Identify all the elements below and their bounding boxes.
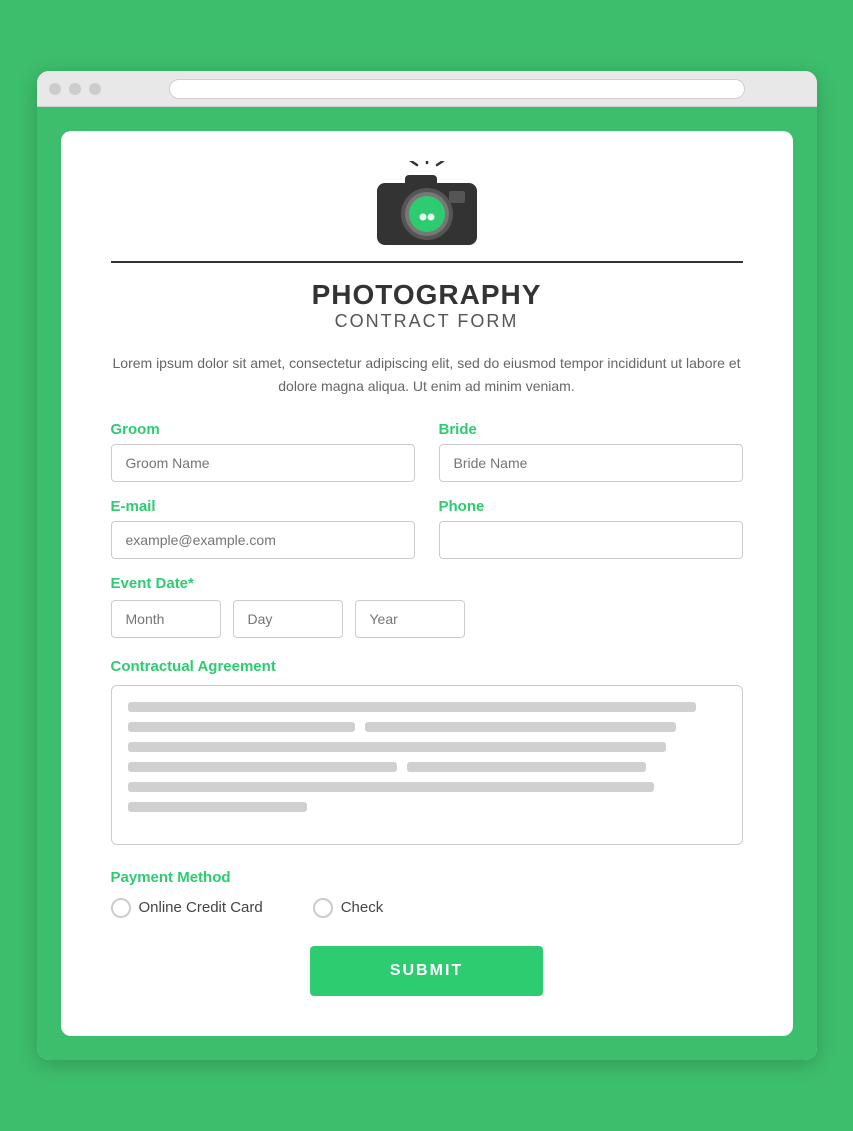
text-line-row-2 bbox=[128, 762, 726, 772]
event-date-label: Event Date* bbox=[111, 575, 743, 592]
groom-group: Groom bbox=[111, 421, 415, 482]
browser-titlebar bbox=[37, 71, 817, 107]
email-label: E-mail bbox=[111, 498, 415, 515]
phone-label: Phone bbox=[439, 498, 743, 515]
phone-input[interactable] bbox=[439, 521, 743, 559]
submit-row: SUBMIT bbox=[111, 946, 743, 996]
text-line-row-1 bbox=[128, 722, 726, 732]
email-group: E-mail bbox=[111, 498, 415, 559]
form-title: PHOTOGRAPHY CONTRACT FORM bbox=[111, 279, 743, 332]
text-line-6 bbox=[128, 802, 307, 812]
date-row bbox=[111, 600, 743, 638]
payment-option-check[interactable]: Check bbox=[313, 898, 384, 918]
text-lines bbox=[128, 702, 726, 812]
browser-window: PHOTOGRAPHY CONTRACT FORM Lorem ipsum do… bbox=[37, 71, 817, 1060]
camera-icon bbox=[111, 161, 743, 251]
email-input[interactable] bbox=[111, 521, 415, 559]
email-phone-row: E-mail Phone bbox=[111, 498, 743, 559]
check-label: Check bbox=[341, 899, 384, 916]
text-line-4b bbox=[407, 762, 646, 772]
bride-group: Bride bbox=[439, 421, 743, 482]
year-input[interactable] bbox=[355, 600, 465, 638]
day-input[interactable] bbox=[233, 600, 343, 638]
title-contract: CONTRACT FORM bbox=[111, 311, 743, 332]
payment-section: Payment Method Online Credit Card Check bbox=[111, 869, 743, 918]
payment-options: Online Credit Card Check bbox=[111, 898, 743, 918]
header-divider bbox=[111, 261, 743, 263]
phone-group: Phone bbox=[439, 498, 743, 559]
groom-input[interactable] bbox=[111, 444, 415, 482]
form-card: PHOTOGRAPHY CONTRACT FORM Lorem ipsum do… bbox=[61, 131, 793, 1036]
text-line-2b bbox=[365, 722, 676, 732]
text-line-4a bbox=[128, 762, 397, 772]
radio-credit-card[interactable] bbox=[111, 898, 131, 918]
submit-button[interactable]: SUBMIT bbox=[310, 946, 543, 996]
text-line-3 bbox=[128, 742, 666, 752]
text-line-1 bbox=[128, 702, 696, 712]
text-line-2a bbox=[128, 722, 355, 732]
groom-bride-row: Groom Bride bbox=[111, 421, 743, 482]
payment-label: Payment Method bbox=[111, 869, 743, 886]
browser-dot-1 bbox=[49, 83, 61, 95]
credit-card-label: Online Credit Card bbox=[139, 899, 263, 916]
contractual-section: Contractual Agreement bbox=[111, 658, 743, 845]
form-description: Lorem ipsum dolor sit amet, consectetur … bbox=[111, 352, 743, 397]
event-date-section: Event Date* bbox=[111, 575, 743, 638]
groom-label: Groom bbox=[111, 421, 415, 438]
text-line-5 bbox=[128, 782, 654, 792]
radio-check[interactable] bbox=[313, 898, 333, 918]
browser-addressbar bbox=[169, 79, 745, 99]
contractual-label: Contractual Agreement bbox=[111, 658, 743, 675]
browser-dot-3 bbox=[89, 83, 101, 95]
form-container: PHOTOGRAPHY CONTRACT FORM Lorem ipsum do… bbox=[37, 107, 817, 1060]
payment-option-credit-card[interactable]: Online Credit Card bbox=[111, 898, 263, 918]
contractual-textarea[interactable] bbox=[111, 685, 743, 845]
browser-dot-2 bbox=[69, 83, 81, 95]
bride-label: Bride bbox=[439, 421, 743, 438]
title-photography: PHOTOGRAPHY bbox=[111, 279, 743, 311]
month-input[interactable] bbox=[111, 600, 221, 638]
bride-input[interactable] bbox=[439, 444, 743, 482]
